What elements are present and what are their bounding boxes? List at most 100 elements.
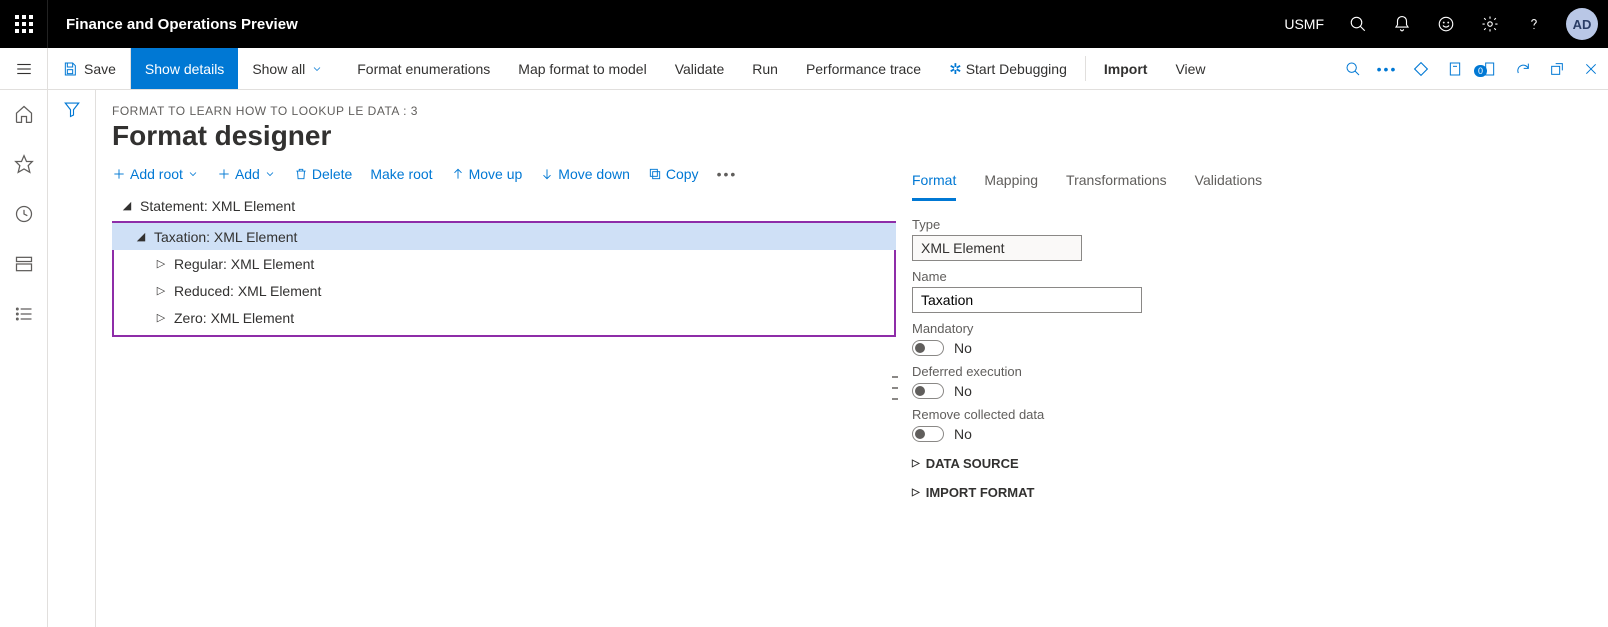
- save-icon: [62, 61, 78, 77]
- show-details-button[interactable]: Show details: [131, 48, 238, 89]
- search-icon: [1345, 61, 1361, 77]
- popout-button[interactable]: [1540, 61, 1574, 77]
- add-root-button[interactable]: Add root: [112, 166, 199, 182]
- tab-label: Validations: [1195, 172, 1262, 188]
- tree-node-regular[interactable]: ▷ Regular: XML Element: [114, 250, 894, 277]
- remove-collected-label: Remove collected data: [912, 407, 1592, 422]
- type-field[interactable]: XML Element: [912, 235, 1082, 261]
- plus-icon: [217, 167, 231, 181]
- format-enumerations-button[interactable]: Format enumerations: [343, 48, 504, 89]
- breadcrumb: FORMAT TO LEARN HOW TO LOOKUP LE DATA : …: [96, 104, 1608, 118]
- find-button[interactable]: [1336, 61, 1370, 77]
- copy-button[interactable]: Copy: [648, 166, 699, 182]
- show-all-button[interactable]: Show all: [238, 48, 343, 89]
- chevron-down-icon: [187, 168, 199, 180]
- show-details-label: Show details: [145, 61, 224, 77]
- personalize-button[interactable]: [1404, 60, 1438, 78]
- page-title: Format designer: [96, 118, 1608, 166]
- company-code[interactable]: USMF: [1272, 16, 1336, 32]
- copy-icon: [648, 167, 662, 181]
- move-up-button[interactable]: Move up: [451, 166, 523, 182]
- close-icon: [1583, 61, 1599, 77]
- caret-collapsed-icon: ▷: [154, 311, 168, 324]
- close-button[interactable]: [1574, 61, 1608, 77]
- home-icon: [14, 104, 34, 124]
- nav-favorites[interactable]: [8, 148, 40, 180]
- add-button[interactable]: Add: [217, 166, 276, 182]
- deferred-toggle[interactable]: [912, 383, 944, 399]
- plus-icon: [112, 167, 126, 181]
- run-button[interactable]: Run: [738, 48, 792, 89]
- nav-home[interactable]: [8, 98, 40, 130]
- map-format-button[interactable]: Map format to model: [504, 48, 660, 89]
- action-pane: Save Show details Show all Format enumer…: [0, 48, 1608, 90]
- help-button[interactable]: [1512, 0, 1556, 48]
- validate-button[interactable]: Validate: [661, 48, 739, 89]
- name-field[interactable]: [912, 287, 1142, 313]
- refresh-button[interactable]: [1506, 61, 1540, 77]
- caret-collapsed-icon: ▷: [154, 284, 168, 297]
- mandatory-toggle[interactable]: [912, 340, 944, 356]
- import-format-section[interactable]: ▷IMPORT FORMAT: [912, 485, 1592, 500]
- tree-node-taxation[interactable]: ◢ Taxation: XML Element: [112, 223, 896, 250]
- filter-column: [48, 90, 96, 627]
- tab-mapping[interactable]: Mapping: [984, 166, 1038, 201]
- tab-validations[interactable]: Validations: [1195, 166, 1262, 201]
- more-actions-button[interactable]: •••: [1370, 61, 1404, 77]
- copy-label: Copy: [666, 166, 699, 182]
- settings-button[interactable]: [1468, 0, 1512, 48]
- star-icon: [14, 154, 34, 174]
- ellipsis-icon: •••: [717, 166, 738, 182]
- filter-button[interactable]: [63, 100, 81, 627]
- data-source-section[interactable]: ▷DATA SOURCE: [912, 456, 1592, 471]
- page-icon: [1447, 61, 1463, 77]
- properties-pane: Format Mapping Transformations Validatio…: [896, 166, 1608, 627]
- save-button[interactable]: Save: [48, 48, 131, 89]
- arrow-up-icon: [451, 167, 465, 181]
- nav-recent[interactable]: [8, 198, 40, 230]
- waffle-icon: [15, 15, 33, 33]
- tab-transformations[interactable]: Transformations: [1066, 166, 1167, 201]
- move-down-button[interactable]: Move down: [540, 166, 630, 182]
- nav-modules[interactable]: [8, 298, 40, 330]
- remove-collected-toggle[interactable]: [912, 426, 944, 442]
- add-label: Add: [235, 166, 260, 182]
- tree-node-label: Regular: XML Element: [168, 256, 314, 272]
- app-title: Finance and Operations Preview: [48, 16, 298, 33]
- move-up-label: Move up: [469, 166, 523, 182]
- tab-format[interactable]: Format: [912, 166, 956, 201]
- feedback-button[interactable]: [1424, 0, 1468, 48]
- format-enum-label: Format enumerations: [357, 61, 490, 77]
- view-button[interactable]: View: [1161, 48, 1219, 89]
- search-button[interactable]: [1336, 0, 1380, 48]
- save-label: Save: [84, 61, 116, 77]
- performance-trace-button[interactable]: Performance trace: [792, 48, 935, 89]
- start-debugging-button[interactable]: ✲Start Debugging: [935, 48, 1081, 89]
- perf-trace-label: Performance trace: [806, 61, 921, 77]
- help-icon: [1525, 15, 1543, 33]
- nav-toggle-button[interactable]: [0, 48, 48, 89]
- ellipsis-icon: •••: [1377, 61, 1398, 77]
- caret-collapsed-icon: ▷: [912, 458, 920, 469]
- make-root-button[interactable]: Make root: [370, 166, 432, 182]
- import-label: Import: [1104, 61, 1148, 77]
- tab-label: Mapping: [984, 172, 1038, 188]
- deferred-value: No: [954, 383, 972, 399]
- tree-node-zero[interactable]: ▷ Zero: XML Element: [114, 304, 894, 331]
- delete-button[interactable]: Delete: [294, 166, 352, 182]
- chevron-down-icon: [264, 168, 276, 180]
- attachments-button[interactable]: 0: [1472, 61, 1506, 77]
- tree-node-statement[interactable]: ◢ Statement: XML Element: [112, 192, 896, 219]
- page-options-button[interactable]: [1438, 61, 1472, 77]
- tree-node-reduced[interactable]: ▷ Reduced: XML Element: [114, 277, 894, 304]
- splitter-handle[interactable]: [892, 376, 898, 400]
- name-label: Name: [912, 269, 1592, 284]
- tree-highlight-box: ◢ Taxation: XML Element ▷ Regular: XML E…: [112, 221, 896, 337]
- app-launcher-button[interactable]: [0, 0, 48, 48]
- user-avatar[interactable]: AD: [1566, 8, 1598, 40]
- import-button[interactable]: Import: [1090, 48, 1162, 89]
- nav-workspaces[interactable]: [8, 248, 40, 280]
- arrow-down-icon: [540, 167, 554, 181]
- tree-more-button[interactable]: •••: [717, 166, 738, 182]
- notifications-button[interactable]: [1380, 0, 1424, 48]
